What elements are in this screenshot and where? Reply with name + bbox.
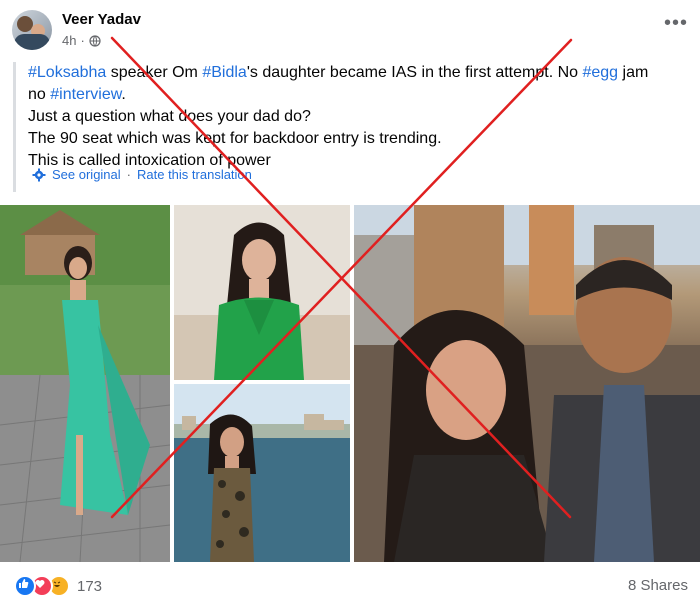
author-name[interactable]: Veer Yadav: [62, 11, 141, 28]
post-time[interactable]: 4h: [62, 33, 76, 48]
photo-woman-by-water[interactable]: [174, 384, 350, 562]
reactions-summary[interactable]: 173: [14, 575, 102, 597]
translation-bar: See original · Rate this translation: [32, 167, 252, 182]
like-icon: [14, 575, 36, 597]
translation-quote-bar: [13, 62, 16, 192]
author-avatar[interactable]: [12, 10, 52, 50]
hashtag-link[interactable]: #Bidla: [202, 64, 246, 81]
globe-icon[interactable]: [89, 34, 101, 47]
post-text: #Loksabha speaker Om #Bidla's daughter b…: [28, 62, 678, 172]
reaction-count[interactable]: 173: [77, 578, 102, 595]
post-text-line: The 90 seat which was kept for backdoor …: [28, 128, 678, 150]
meta-separator: ·: [80, 33, 85, 48]
translation-separator: ·: [126, 167, 131, 182]
more-horizontal-icon[interactable]: •••: [664, 13, 688, 33]
post-text-segment: no: [28, 86, 51, 103]
hashtag-link[interactable]: #egg: [582, 64, 618, 81]
see-original-link[interactable]: See original: [52, 167, 121, 182]
post-meta: 4h ·: [62, 33, 101, 48]
photo-selfie-with-father[interactable]: [354, 205, 700, 562]
post-text-line: no #interview.: [28, 84, 678, 106]
post-text-line: #Loksabha speaker Om #Bidla's daughter b…: [28, 62, 678, 84]
photo-woman-green-top[interactable]: [174, 205, 350, 380]
photo-woman-green-gown[interactable]: [0, 205, 170, 562]
hashtag-link[interactable]: #interview: [50, 86, 121, 103]
post-text-segment: .: [121, 86, 126, 103]
post-text-segment: Just a question what does your dad do?: [28, 108, 311, 125]
rate-translation-link[interactable]: Rate this translation: [137, 167, 252, 182]
gear-icon[interactable]: [32, 168, 46, 182]
post-text-segment: jam: [618, 64, 649, 81]
hashtag-link[interactable]: #Loksabha: [28, 64, 106, 81]
post-text-segment: 's daughter became IAS in the first atte…: [246, 64, 583, 81]
post-text-line: Just a question what does your dad do?: [28, 106, 678, 128]
post-text-segment: The 90 seat which was kept for backdoor …: [28, 130, 442, 147]
post-header: Veer Yadav 4h · •••: [0, 0, 700, 58]
shares-count[interactable]: 8 Shares: [628, 577, 688, 594]
post-text-segment: speaker Om: [106, 64, 203, 81]
